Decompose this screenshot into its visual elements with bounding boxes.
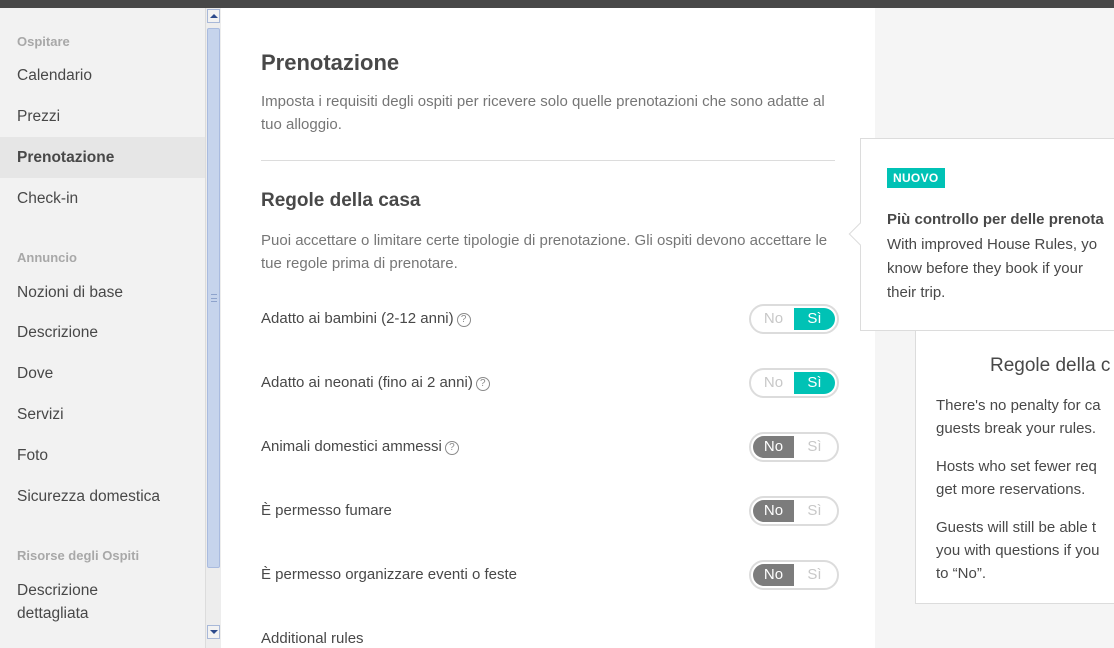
info-card-title: Regole della c xyxy=(990,355,1111,376)
sidebar-item-nozioni-di-base[interactable]: Nozioni di base xyxy=(0,272,205,313)
popover-title: Più controllo per delle prenota xyxy=(887,211,1104,228)
toggle-no-option[interactable]: No xyxy=(753,308,794,330)
sidebar-item-foto[interactable]: Foto xyxy=(0,435,205,476)
toggle-no-option[interactable]: No xyxy=(753,372,794,394)
rule-label: È permesso organizzare eventi o feste xyxy=(261,566,517,583)
scroll-down-button[interactable] xyxy=(207,625,220,639)
sidebar-item-descrizione-dettagliata[interactable]: Descrizione dettagliata xyxy=(0,579,205,629)
toggle-yes-option[interactable]: Sì xyxy=(794,500,835,522)
sidebar-section-risorse-ospiti: Risorse degli Ospiti xyxy=(17,548,140,563)
toggle-animali[interactable]: No Sì xyxy=(749,432,839,462)
additional-rules-heading: Additional rules xyxy=(261,630,364,647)
help-icon[interactable]: ? xyxy=(444,441,459,455)
toggle-neonati[interactable]: No Sì xyxy=(749,368,839,398)
scroll-up-button[interactable] xyxy=(207,9,220,23)
sidebar-item-check-in[interactable]: Check-in xyxy=(0,178,205,219)
section-divider xyxy=(261,160,835,161)
toggle-bambini[interactable]: No Sì xyxy=(749,304,839,334)
page-title: Prenotazione xyxy=(261,50,400,75)
toggle-fumare[interactable]: No Sì xyxy=(749,496,839,526)
info-card-paragraph: Hosts who set fewer req get more reserva… xyxy=(936,458,1097,498)
toggle-eventi[interactable]: No Sì xyxy=(749,560,839,590)
page-description: Imposta i requisiti degli ospiti per ric… xyxy=(261,93,825,133)
top-bar xyxy=(0,0,1114,8)
rule-row-bambini: Adatto ai bambini (2-12 anni)? No Sì xyxy=(261,304,839,336)
help-icon[interactable]: ? xyxy=(475,377,490,391)
main-content: Prenotazione Imposta i requisiti degli o… xyxy=(221,8,875,648)
rule-row-animali: Animali domestici ammessi? No Sì xyxy=(261,432,839,464)
sidebar-nav: Ospitare Calendario Prezzi Prenotazione … xyxy=(0,8,205,648)
grip-icon xyxy=(211,294,217,302)
toggle-yes-option[interactable]: Sì xyxy=(794,308,835,330)
toggle-no-option[interactable]: No xyxy=(753,436,794,458)
rule-label: È permesso fumare xyxy=(261,502,392,519)
rule-label: Adatto ai bambini (2-12 anni)? xyxy=(261,310,471,327)
rule-row-eventi: È permesso organizzare eventi o feste No… xyxy=(261,560,839,592)
popover-body: With improved House Rules, yo know befor… xyxy=(887,236,1098,301)
sidebar-section-ospitare: Ospitare xyxy=(17,34,70,49)
sidebar-item-sicurezza-domestica[interactable]: Sicurezza domestica xyxy=(0,476,205,517)
info-card: Regole della c There's no penalty for ca… xyxy=(915,330,1114,604)
toggle-no-option[interactable]: No xyxy=(753,564,794,586)
toggle-yes-option[interactable]: Sì xyxy=(794,436,835,458)
feature-popover: NUOVO Più controllo per delle prenota Wi… xyxy=(860,138,1114,331)
house-rules-title: Regole della casa xyxy=(261,190,421,211)
rule-label: Animali domestici ammessi? xyxy=(261,438,459,455)
sidebar-item-descrizione[interactable]: Descrizione xyxy=(0,312,205,353)
arrow-up-icon xyxy=(210,14,218,18)
scroll-thumb[interactable] xyxy=(207,28,220,568)
sidebar-item-servizi[interactable]: Servizi xyxy=(0,394,205,435)
new-badge: NUOVO xyxy=(887,168,945,188)
sidebar-item-dove[interactable]: Dove xyxy=(0,353,205,394)
info-card-paragraph: Guests will still be able t you with que… xyxy=(936,519,1100,582)
sidebar-item-calendario[interactable]: Calendario xyxy=(0,55,205,96)
rule-row-neonati: Adatto ai neonati (fino ai 2 anni)? No S… xyxy=(261,368,839,400)
rule-row-fumare: È permesso fumare No Sì xyxy=(261,496,839,528)
sidebar-item-prezzi[interactable]: Prezzi xyxy=(0,96,205,137)
toggle-no-option[interactable]: No xyxy=(753,500,794,522)
arrow-down-icon xyxy=(210,630,218,634)
sidebar-section-annuncio: Annuncio xyxy=(17,250,77,265)
sidebar-item-prenotazione[interactable]: Prenotazione xyxy=(0,137,205,178)
help-icon[interactable]: ? xyxy=(456,313,471,327)
info-card-paragraph: There's no penalty for ca guests break y… xyxy=(936,397,1101,437)
toggle-yes-option[interactable]: Sì xyxy=(794,372,835,394)
sidebar-scrollbar[interactable] xyxy=(205,8,221,648)
house-rules-description: Puoi accettare o limitare certe tipologi… xyxy=(261,232,828,272)
rule-label: Adatto ai neonati (fino ai 2 anni)? xyxy=(261,374,490,391)
toggle-yes-option[interactable]: Sì xyxy=(794,564,835,586)
